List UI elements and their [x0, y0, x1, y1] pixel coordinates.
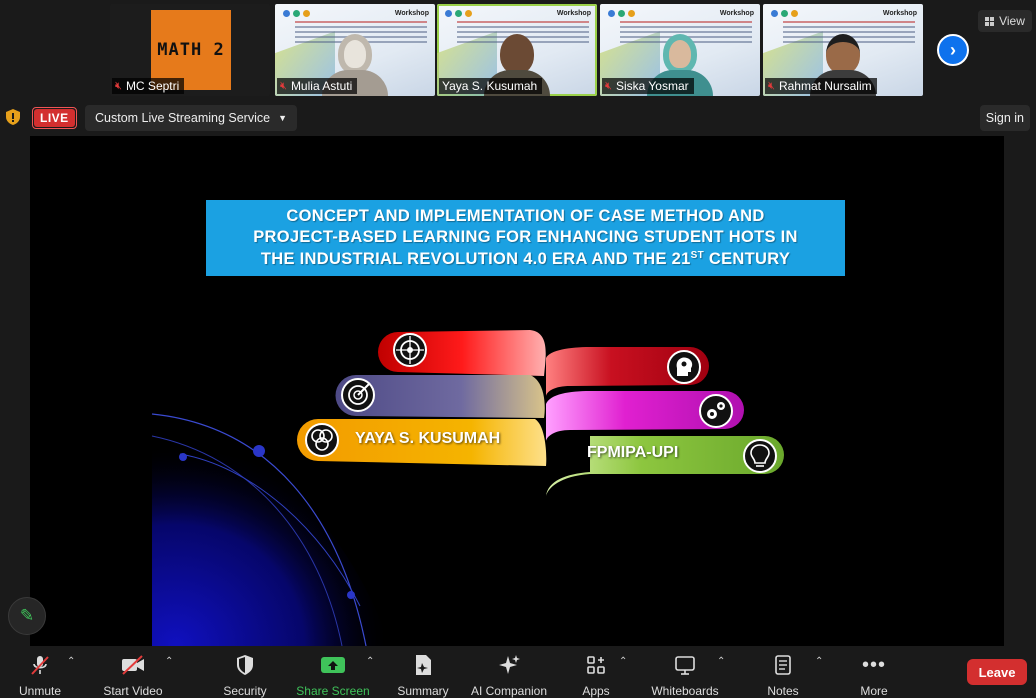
mic-muted-icon: 🔇︎: [115, 79, 122, 92]
gears-icon: [699, 394, 733, 428]
notes-options-caret[interactable]: ⌃: [815, 656, 823, 667]
streaming-service-label: Custom Live Streaming Service: [95, 111, 271, 125]
security-label: Security: [223, 684, 267, 698]
whiteboards-options-caret[interactable]: ⌃: [717, 656, 725, 667]
gallery-next-page-button[interactable]: ›: [937, 34, 969, 66]
mic-muted-icon: 🔇︎: [768, 79, 775, 92]
participant-name: Siska Yosmar: [615, 79, 689, 93]
security-shield-icon: [235, 654, 255, 676]
apps-grid-icon: [586, 654, 606, 676]
participant-name: MC Septri: [125, 79, 180, 93]
sign-in-button[interactable]: Sign in: [979, 105, 1030, 131]
participant-name-tag: 🔇︎ Siska Yosmar: [602, 78, 694, 94]
zoom-meeting-window: MATH 2 🔇︎ MC Septri Workshop 🔇︎ Mulia As…: [0, 0, 1036, 698]
mic-muted-icon: 🔇︎: [605, 79, 612, 92]
audio-options-caret[interactable]: ⌃: [67, 656, 75, 667]
start-video-button[interactable]: Start Video: [100, 646, 166, 698]
ai-companion-button[interactable]: AI Companion: [468, 646, 550, 698]
participant-tile-3[interactable]: Workshop 🔇︎ Siska Yosmar: [600, 4, 760, 96]
summary-document-icon: [413, 654, 433, 676]
caret-down-icon: ▼: [278, 113, 287, 123]
notes-button[interactable]: Notes: [760, 646, 806, 698]
venn-diagram-icon: [305, 423, 339, 457]
slide-title-line-3: THE INDUSTRIAL REVOLUTION 4.0 ERA AND TH…: [260, 249, 791, 268]
slide-title-line-1: CONCEPT AND IMPLEMENTATION OF CASE METHO…: [286, 206, 765, 225]
share-status-bar: LIVE Custom Live Streaming Service ▼ Sig…: [0, 100, 1036, 136]
target-crosshair-icon: [393, 333, 427, 367]
shared-screen-slide: CONCEPT AND IMPLEMENTATION OF CASE METHO…: [30, 136, 1004, 646]
share-options-caret[interactable]: ⌃: [366, 656, 374, 667]
lightbulb-icon: [743, 439, 777, 473]
view-button[interactable]: View: [978, 10, 1032, 32]
pencil-icon: ✎: [19, 606, 35, 625]
apps-label: Apps: [582, 684, 610, 698]
video-options-caret[interactable]: ⌃: [165, 656, 173, 667]
more-ellipsis-icon: •••: [861, 653, 886, 676]
microphone-muted-icon: [29, 654, 51, 676]
view-label: View: [999, 14, 1025, 28]
more-label: More: [860, 684, 888, 698]
whiteboards-button[interactable]: Whiteboards: [648, 646, 722, 698]
leave-meeting-button[interactable]: Leave: [967, 659, 1027, 685]
institution-label: FPMIPA-UPI: [587, 444, 679, 461]
participant-name-tag: 🔇︎ Rahmat Nursalim: [765, 78, 877, 94]
whiteboards-label: Whiteboards: [651, 684, 719, 698]
participant-tile-2-active-speaker[interactable]: Workshop Yaya S. Kusumah: [437, 4, 597, 96]
apps-options-caret[interactable]: ⌃: [619, 656, 627, 667]
head-gear-thinking-icon: [667, 350, 701, 384]
ai-companion-label: AI Companion: [470, 684, 548, 698]
slide-title-line-2: PROJECT-BASED LEARNING FOR ENHANCING STU…: [253, 228, 798, 247]
share-screen-button[interactable]: Share Screen: [296, 646, 370, 698]
meeting-controls-toolbar: Unmute ⌃ Start Video ⌃ Security Share Sc…: [0, 646, 1036, 698]
start-video-label: Start Video: [103, 684, 163, 698]
slide-title-box: CONCEPT AND IMPLEMENTATION OF CASE METHO…: [206, 200, 845, 276]
annotate-pencil-button[interactable]: ✎: [8, 597, 46, 635]
summary-button[interactable]: Summary: [394, 646, 452, 698]
security-button[interactable]: Security: [219, 646, 271, 698]
notes-label: Notes: [767, 684, 799, 698]
security-shield-icon[interactable]: [6, 109, 20, 125]
participant-tile-1[interactable]: Workshop 🔇︎ Mulia Astuti: [275, 4, 435, 96]
participant-name-tag: Yaya S. Kusumah: [439, 78, 543, 94]
participant-tile-4[interactable]: Workshop 🔇︎ Rahmat Nursalim: [763, 4, 923, 96]
video-camera-off-icon: [120, 654, 146, 676]
participant-name: Rahmat Nursalim: [778, 79, 872, 93]
dartboard-target-icon: [341, 378, 375, 412]
more-button[interactable]: ••• More: [852, 646, 896, 698]
chevron-right-icon: ›: [950, 39, 956, 60]
whiteboard-icon: [674, 654, 696, 676]
share-screen-label: Share Screen: [296, 684, 370, 698]
live-badge[interactable]: LIVE: [32, 107, 77, 129]
unmute-label: Unmute: [18, 684, 62, 698]
notes-icon: [774, 654, 792, 676]
ai-sparkle-icon: [497, 654, 521, 676]
grid-view-icon: [985, 16, 995, 26]
participant-name: Mulia Astuti: [290, 79, 353, 93]
participant-name-tag: 🔇︎ MC Septri: [112, 78, 185, 94]
apps-button[interactable]: Apps: [576, 646, 616, 698]
participant-name-tag: 🔇︎ Mulia Astuti: [277, 78, 358, 94]
participant-name: Yaya S. Kusumah: [442, 79, 538, 93]
presenter-name-label: YAYA S. KUSUMAH: [355, 430, 501, 447]
summary-label: Summary: [397, 684, 449, 698]
unmute-button[interactable]: Unmute: [14, 646, 66, 698]
streaming-service-dropdown[interactable]: Custom Live Streaming Service ▼: [85, 105, 297, 131]
participant-gallery-strip: MATH 2 🔇︎ MC Septri Workshop 🔇︎ Mulia As…: [0, 0, 1036, 98]
share-screen-arrow-icon: [320, 654, 346, 676]
mic-muted-icon: 🔇︎: [280, 79, 287, 92]
participant-tile-mc[interactable]: MATH 2 🔇︎ MC Septri: [110, 4, 270, 96]
